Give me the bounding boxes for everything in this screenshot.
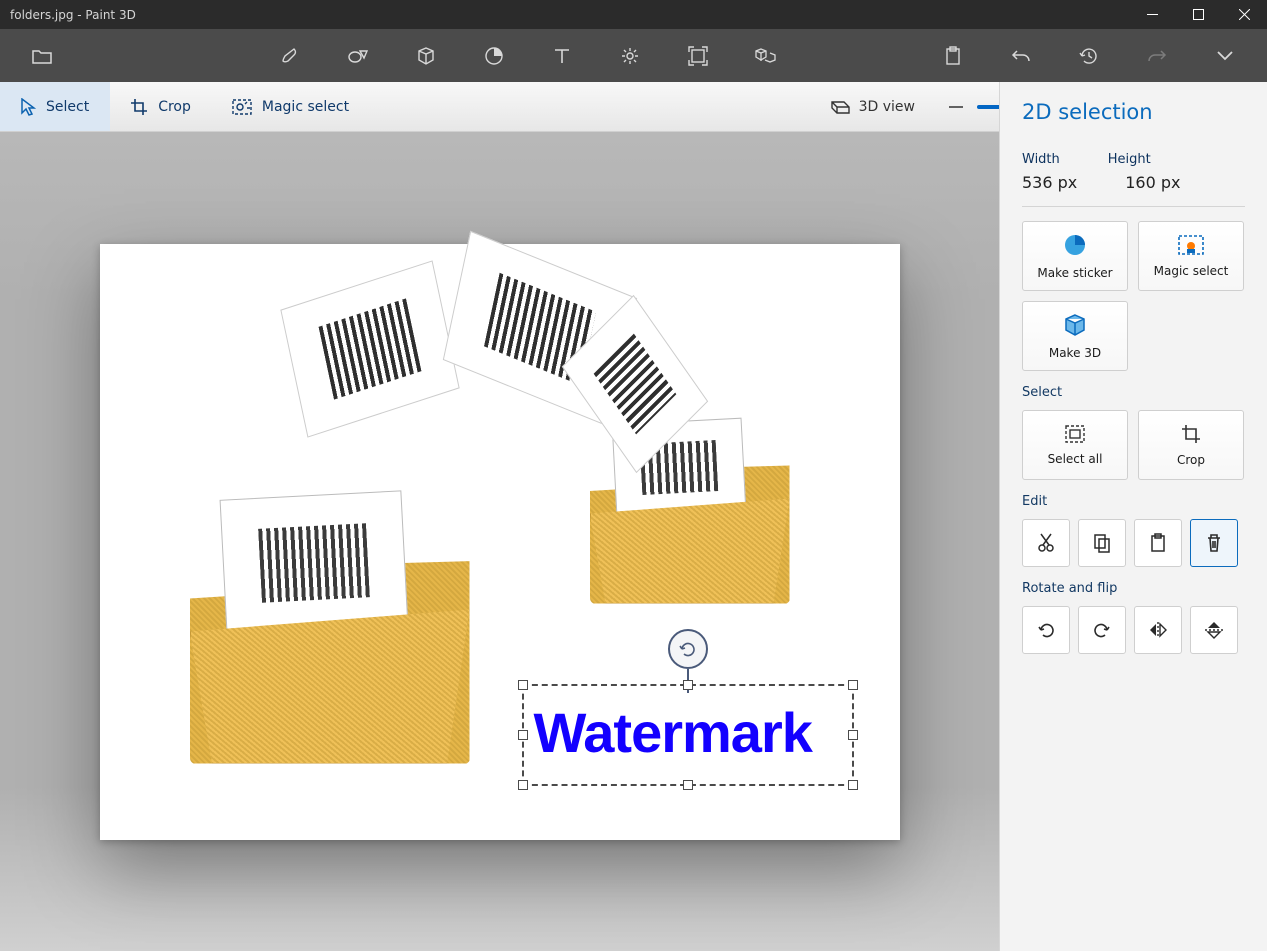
canvas-icon[interactable]: [664, 29, 732, 82]
make-3d-button[interactable]: Make 3D: [1022, 301, 1128, 371]
minimize-button[interactable]: [1129, 0, 1175, 29]
cut-button[interactable]: [1022, 519, 1070, 567]
maximize-button[interactable]: [1175, 0, 1221, 29]
title-bar: folders.jpg - Paint 3D: [0, 0, 1267, 29]
effects-icon[interactable]: [596, 29, 664, 82]
cube-3d-icon: [1063, 313, 1087, 340]
selection-box[interactable]: Watermark: [522, 684, 854, 786]
undo-icon[interactable]: [987, 29, 1055, 82]
library-3d-icon[interactable]: [732, 29, 800, 82]
menu-file-icon[interactable]: [8, 29, 76, 82]
select-all-label: Select all: [1048, 452, 1103, 466]
stickers-icon[interactable]: [460, 29, 528, 82]
window-title: folders.jpg - Paint 3D: [0, 8, 1129, 22]
width-value: 536 px: [1022, 173, 1077, 192]
select-all-icon: [1065, 425, 1085, 446]
flip-vertical-button[interactable]: [1190, 606, 1238, 654]
side-panel: 2D selection Width Height 536 px 160 px …: [999, 82, 1267, 951]
ribbon: [0, 29, 1267, 82]
expand-menu-icon[interactable]: [1191, 29, 1259, 82]
panel-crop-label: Crop: [1177, 453, 1205, 467]
sticker-icon: [1063, 233, 1087, 260]
magic-select-tool[interactable]: Magic select: [212, 82, 370, 131]
workspace[interactable]: Watermark: [0, 132, 999, 951]
select-all-button[interactable]: Select all: [1022, 410, 1128, 480]
magic-select-icon: [1178, 235, 1204, 258]
make-3d-label: Make 3D: [1049, 346, 1101, 360]
magic-select-tool-label: Magic select: [262, 99, 349, 115]
canvas-illustration-folder: [190, 544, 470, 764]
rotate-handle[interactable]: [668, 629, 708, 669]
rotate-ccw-button[interactable]: [1022, 606, 1070, 654]
delete-button[interactable]: [1190, 519, 1238, 567]
shapes-3d-icon[interactable]: [392, 29, 460, 82]
zoom-out-button[interactable]: [939, 90, 973, 124]
paste-icon[interactable]: [919, 29, 987, 82]
view-3d-label: 3D view: [859, 99, 915, 115]
select-section-label: Select: [1022, 385, 1245, 400]
panel-title: 2D selection: [1022, 100, 1245, 124]
height-value: 160 px: [1125, 173, 1180, 192]
shapes-2d-icon[interactable]: [324, 29, 392, 82]
select-tool-label: Select: [46, 99, 89, 115]
rotate-flip-label: Rotate and flip: [1022, 581, 1245, 596]
magic-select-button[interactable]: Magic select: [1138, 221, 1244, 291]
view-3d-toggle[interactable]: 3D view: [815, 82, 931, 131]
copy-button[interactable]: [1078, 519, 1126, 567]
width-label: Width: [1022, 152, 1060, 167]
select-tool[interactable]: Select: [0, 82, 110, 131]
close-button[interactable]: [1221, 0, 1267, 29]
crop-icon: [1181, 424, 1201, 447]
redo-icon[interactable]: [1123, 29, 1191, 82]
crop-tool[interactable]: Crop: [110, 82, 212, 131]
canvas-illustration-paper: [280, 260, 459, 437]
panel-crop-button[interactable]: Crop: [1138, 410, 1244, 480]
make-sticker-button[interactable]: Make sticker: [1022, 221, 1128, 291]
paste-button[interactable]: [1134, 519, 1182, 567]
height-label: Height: [1108, 152, 1151, 167]
text-icon[interactable]: [528, 29, 596, 82]
canvas[interactable]: Watermark: [100, 244, 900, 840]
make-sticker-label: Make sticker: [1037, 266, 1112, 280]
history-icon[interactable]: [1055, 29, 1123, 82]
canvas-illustration-folder: [590, 454, 790, 604]
brushes-icon[interactable]: [256, 29, 324, 82]
edit-section-label: Edit: [1022, 494, 1245, 509]
selection-text: Watermark: [534, 700, 812, 765]
crop-tool-label: Crop: [158, 99, 191, 115]
rotate-cw-button[interactable]: [1078, 606, 1126, 654]
magic-select-label: Magic select: [1154, 264, 1229, 278]
flip-horizontal-button[interactable]: [1134, 606, 1182, 654]
